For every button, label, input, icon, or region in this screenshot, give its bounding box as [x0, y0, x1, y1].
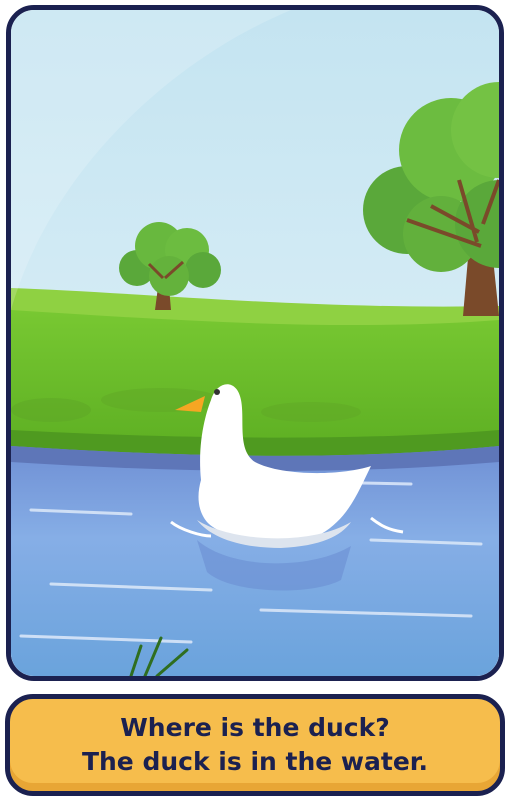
- caption-question: Where is the duck?: [120, 713, 390, 742]
- illustration-frame: [6, 5, 504, 681]
- grass-patch: [261, 402, 361, 422]
- flashcard: Where is the duck? The duck is in the wa…: [0, 0, 516, 804]
- caption-answer: The duck is in the water.: [81, 747, 429, 776]
- caption-box: Where is the duck? The duck is in the wa…: [5, 694, 505, 796]
- duck-eye: [214, 389, 220, 395]
- pond-illustration: [11, 10, 499, 676]
- grass-patch: [11, 398, 91, 422]
